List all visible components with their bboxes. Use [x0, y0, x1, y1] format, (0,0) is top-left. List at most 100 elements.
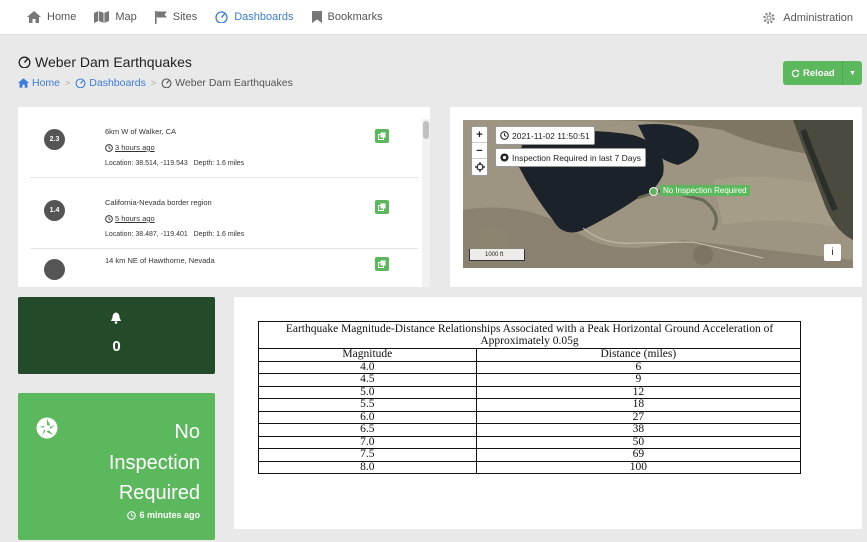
nav-sites[interactable]: Sites — [154, 0, 197, 35]
magnitude-badge — [44, 259, 65, 280]
distance-cell: 9 — [475, 373, 802, 387]
list-scrollbar[interactable] — [422, 119, 430, 287]
magnitude-cell: 7.0 — [258, 435, 477, 449]
distance-cell: 69 — [475, 448, 802, 462]
satellite-map[interactable]: + − 2021-11-02 11:50:51 Inspection Requi… — [463, 120, 853, 268]
table-row: 4.5 9 — [258, 373, 802, 387]
crosshair-icon — [474, 162, 485, 172]
nav-home-label: Home — [47, 11, 77, 23]
clock-icon — [105, 143, 113, 152]
map-timestamp-tag: 2021-11-02 11:50:51 — [495, 126, 595, 145]
earthquake-list-panel: 2.3 6km W of Walker, CA 3 hours ago Loca… — [18, 107, 430, 287]
dashboard-gauge-icon — [18, 56, 31, 68]
breadcrumb-current-label: Weber Dam Earthquakes — [175, 77, 293, 89]
inspection-status-text: No Inspection Required — [109, 417, 200, 509]
distance-cell: 38 — [475, 423, 802, 437]
clock-icon — [127, 510, 137, 520]
external-link-icon — [378, 260, 386, 268]
external-link-icon — [378, 132, 386, 140]
magnitude-cell: 8.0 — [258, 460, 477, 474]
earthquake-title: California-Nevada border region — [105, 198, 212, 207]
reload-dropdown-toggle[interactable]: ▼ — [843, 70, 862, 77]
breadcrumb-dashboards[interactable]: Dashboards — [75, 77, 146, 89]
breadcrumb-separator: > — [150, 78, 157, 88]
reload-button[interactable]: Reload — [783, 61, 843, 85]
table-row: 7.5 69 — [258, 448, 802, 462]
magnitude-cell: 5.5 — [258, 398, 477, 412]
list-item: 1.4 California-Nevada border region 5 ho… — [30, 178, 418, 249]
dashboard-gauge-icon — [215, 11, 228, 23]
reload-label: Reload — [803, 67, 835, 79]
inspection-status-panel: No Inspection Required 6 minutes ago — [18, 393, 215, 540]
nav-map-label: Map — [115, 11, 137, 23]
breadcrumb-separator: > — [65, 78, 71, 88]
gear-icon — [763, 11, 776, 24]
map-timestamp-text: 2021-11-02 11:50:51 — [512, 130, 590, 141]
table-row: 8.0 100 — [258, 460, 802, 474]
map-zoom-control: + − — [471, 126, 488, 176]
distance-cell: 6 — [475, 360, 802, 374]
table-row: 7.0 50 — [258, 435, 802, 449]
map-panel: + − 2021-11-02 11:50:51 Inspection Requi… — [450, 107, 862, 287]
magnitude-cell: 4.5 — [258, 373, 477, 387]
alert-count-panel: 0 — [18, 297, 215, 374]
zoom-in-button[interactable]: + — [472, 127, 487, 143]
magnitude-badge: 2.3 — [44, 129, 65, 150]
alert-count: 0 — [112, 338, 121, 355]
home-icon — [27, 11, 41, 23]
magnitude-cell: 6.0 — [258, 410, 477, 424]
top-nav: Home Map Sites Dashboards Bookmarks Admi… — [0, 0, 867, 35]
map-info-button[interactable]: i — [824, 244, 841, 261]
table-caption: Earthquake Magnitude-Distance Relationsh… — [258, 321, 801, 349]
magnitude-cell: 4.0 — [258, 360, 477, 374]
magnitude-cell: 5.0 — [258, 385, 477, 399]
table-header-row: Magnitude Distance (miles) — [258, 348, 802, 362]
nav-dashboards[interactable]: Dashboards — [215, 0, 294, 35]
earthquake-time[interactable]: 5 hours ago — [105, 214, 155, 223]
bookmark-icon — [311, 11, 322, 23]
clock-icon — [105, 214, 113, 223]
list-item: 2.3 6km W of Walker, CA 3 hours ago Loca… — [30, 107, 418, 178]
nav-map[interactable]: Map — [94, 0, 137, 35]
column-header-magnitude: Magnitude — [258, 348, 477, 362]
map-inspection-tag: Inspection Required in last 7 Days — [495, 148, 646, 167]
nav-bookmarks[interactable]: Bookmarks — [311, 0, 383, 35]
nav-bookmarks-label: Bookmarks — [327, 11, 383, 23]
locate-button[interactable] — [472, 159, 487, 175]
home-icon — [18, 78, 29, 88]
aperture-icon — [36, 417, 58, 439]
open-details-button[interactable] — [375, 200, 389, 214]
distance-cell: 18 — [475, 398, 802, 412]
nav-home[interactable]: Home — [27, 0, 76, 35]
map-icon — [94, 11, 110, 23]
list-item: 14 km NE of Hawthorne, Nevada — [30, 249, 418, 287]
earthquake-title: 6km W of Walker, CA — [105, 127, 176, 136]
open-details-button[interactable] — [375, 129, 389, 143]
page-title-text: Weber Dam Earthquakes — [35, 54, 192, 70]
open-details-button[interactable] — [375, 257, 389, 271]
distance-cell: 100 — [475, 460, 802, 474]
nav-administration[interactable]: Administration — [762, 0, 853, 35]
magnitude-distance-panel: Earthquake Magnitude-Distance Relationsh… — [234, 297, 862, 529]
breadcrumb: Home > Dashboards > Weber Dam Earthquake… — [18, 77, 293, 89]
magnitude-cell: 6.5 — [258, 423, 477, 437]
page-title: Weber Dam Earthquakes — [18, 54, 192, 70]
magnitude-badge: 1.4 — [44, 200, 65, 221]
nav-administration-label: Administration — [783, 11, 853, 24]
breadcrumb-dashboards-label: Dashboards — [89, 77, 146, 89]
scrollbar-thumb[interactable] — [423, 121, 429, 139]
breadcrumb-home[interactable]: Home — [18, 77, 60, 89]
refresh-icon — [791, 69, 800, 77]
status-line: Required — [118, 482, 200, 504]
map-scale: 1000 ft — [469, 249, 525, 261]
dashboard-gauge-icon — [75, 78, 86, 88]
reload-button-group: Reload ▼ — [783, 61, 862, 85]
zoom-out-button[interactable]: − — [472, 143, 487, 159]
site-marker[interactable] — [649, 187, 658, 196]
site-marker-label: No Inspection Required — [660, 185, 750, 196]
table-row: 6.5 38 — [258, 423, 802, 437]
table-row: 5.5 18 — [258, 398, 802, 412]
earthquake-time[interactable]: 3 hours ago — [105, 143, 155, 152]
status-updated-time: 6 minutes ago — [127, 510, 200, 520]
distance-cell: 50 — [475, 435, 802, 449]
